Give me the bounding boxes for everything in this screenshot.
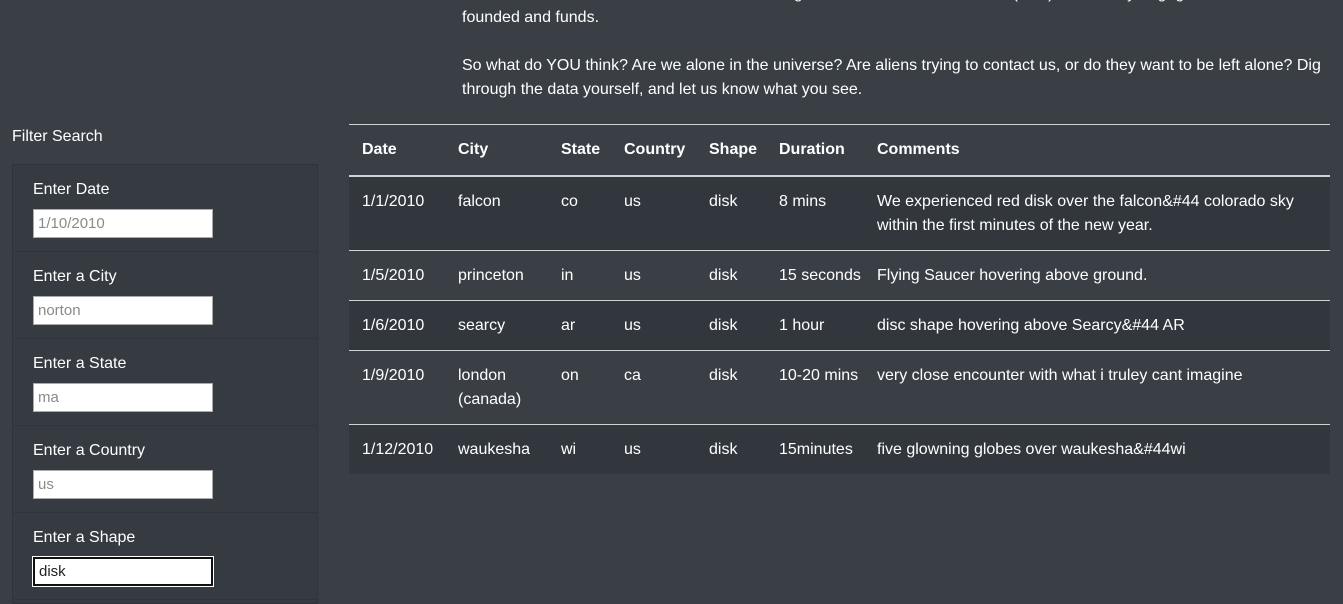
cell-shape: disk [696,424,766,474]
cell-duration: 15 seconds [766,250,864,301]
cell-duration: 15minutes [766,424,864,474]
cell-duration: 8 mins [766,176,864,251]
ufo-sightings-table: Date City State Country Shape Duration C… [349,124,1330,474]
column-header-state[interactable]: State [548,124,611,177]
cell-city: london (canada) [445,350,548,425]
cell-shape: disk [696,350,766,425]
table-row: 1/12/2010 waukesha wi us disk 15minutes … [349,424,1330,474]
cell-city: princeton [445,250,548,301]
cell-city: waukesha [445,424,548,474]
shape-label: Enter a Shape [33,529,136,546]
filter-country: Enter a Country [13,426,317,513]
cell-state: on [548,350,611,425]
cell-date: 1/5/2010 [349,250,445,301]
table-row: 1/6/2010 searcy ar us disk 1 hour disc s… [349,300,1330,351]
cell-state: co [548,176,611,251]
date-label: Enter Date [33,181,110,198]
filter-shape: Enter a Shape [13,513,317,600]
cell-country: ca [611,350,696,425]
column-header-country[interactable]: Country [611,124,696,177]
table-header-row: Date City State Country Shape Duration C… [349,124,1330,177]
table-row: 1/1/2010 falcon co us disk 8 mins We exp… [349,176,1330,251]
cell-date: 1/1/2010 [349,176,445,251]
intro-text: like to be left alone,” she stated, befo… [462,0,1332,126]
country-input[interactable] [33,470,213,499]
filter-panel: Enter Date Enter a City Enter a State En… [12,164,318,604]
filter-city: Enter a City [13,252,317,339]
date-input[interactable] [33,209,213,238]
filter-date: Enter Date [13,165,317,252]
cell-duration: 10-20 mins [766,350,864,425]
cell-state: in [548,250,611,301]
column-header-date[interactable]: Date [349,124,445,177]
filter-search-title: Filter Search [12,128,103,145]
cell-comments: We experienced red disk over the falcon&… [864,176,1330,251]
intro-paragraph: like to be left alone,” she stated, befo… [462,0,1321,26]
cell-shape: disk [696,176,766,251]
cell-date: 1/9/2010 [349,350,445,425]
cell-comments: Flying Saucer hovering above ground. [864,250,1330,301]
column-header-city[interactable]: City [445,124,548,177]
cell-country: us [611,176,696,251]
column-header-comments[interactable]: Comments [864,124,1330,177]
cell-comments: very close encounter with what i truley … [864,350,1330,425]
city-input[interactable] [33,296,213,325]
cell-shape: disk [696,300,766,351]
country-label: Enter a Country [33,442,146,459]
cell-country: us [611,424,696,474]
cell-city: searcy [445,300,548,351]
shape-input[interactable] [32,556,214,587]
cell-date: 1/12/2010 [349,424,445,474]
cell-country: us [611,300,696,351]
state-input[interactable] [33,383,213,412]
cell-shape: disk [696,250,766,301]
cell-country: us [611,250,696,301]
cell-state: ar [548,300,611,351]
cell-city: falcon [445,176,548,251]
cell-duration: 1 hour [766,300,864,351]
city-label: Enter a City [33,268,117,285]
filter-state: Enter a State [13,339,317,426]
intro-paragraph: So what do YOU think? Are we alone in th… [462,57,1321,98]
cell-date: 1/6/2010 [349,300,445,351]
cell-comments: disc shape hovering above Searcy&#44 AR [864,300,1330,351]
cell-state: wi [548,424,611,474]
column-header-shape[interactable]: Shape [696,124,766,177]
column-header-duration[interactable]: Duration [766,124,864,177]
table-row: 1/5/2010 princeton in us disk 15 seconds… [349,250,1330,301]
state-label: Enter a State [33,355,127,372]
table-row: 1/9/2010 london (canada) on ca disk 10-2… [349,350,1330,425]
cell-comments: five glowning globes over waukesha&#44wi [864,424,1330,474]
